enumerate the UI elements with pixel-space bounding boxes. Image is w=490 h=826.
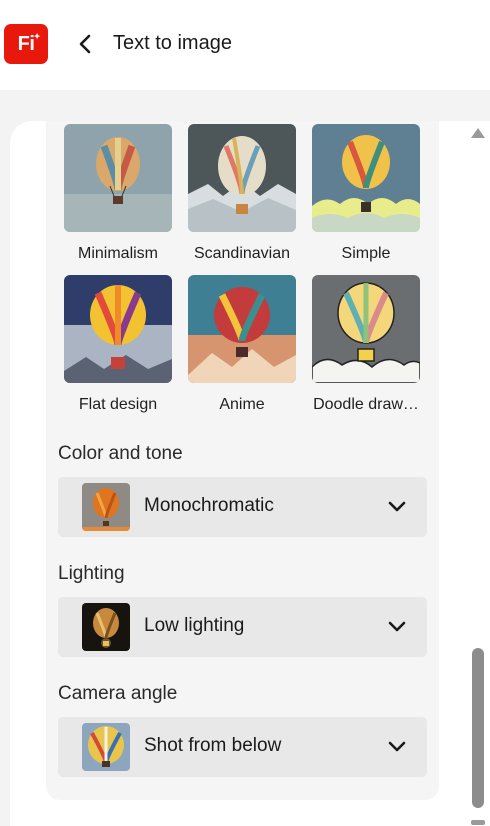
style-card-simple[interactable]: Simple (311, 124, 421, 262)
scroll-down-arrow-icon[interactable] (471, 820, 485, 825)
style-label: Doodle draw… (313, 396, 419, 413)
lighting-thumbnail (82, 603, 130, 651)
style-card-minimalism[interactable]: Minimalism (63, 124, 173, 262)
style-card-anime[interactable]: Anime (187, 275, 297, 413)
header: Fi ✦ Text to image (0, 0, 490, 90)
lighting-dropdown[interactable]: Low lighting (58, 597, 427, 657)
scrollbar-thumb[interactable] (472, 648, 484, 808)
color-tone-thumbnail (82, 483, 130, 531)
chevron-down-icon (388, 621, 406, 632)
style-label: Simple (341, 245, 391, 262)
chevron-down-icon (388, 501, 406, 512)
lighting-label: Lighting (58, 563, 125, 584)
style-card-scandinavian[interactable]: Scandinavian (187, 124, 297, 262)
style-thumbnail (312, 124, 420, 232)
page-title: Text to image (113, 32, 232, 54)
logo-text: Fi (17, 32, 35, 55)
color-tone-value: Monochromatic (144, 495, 274, 516)
color-tone-dropdown[interactable]: Monochromatic (58, 477, 427, 537)
style-label: Flat design (78, 396, 158, 413)
camera-angle-dropdown[interactable]: Shot from below (58, 717, 427, 777)
style-label: Minimalism (78, 245, 158, 262)
style-card-doodle-drawing[interactable]: Doodle draw… (311, 275, 421, 413)
style-thumbnail (188, 275, 296, 383)
style-thumbnail (312, 275, 420, 383)
style-thumbnail (64, 124, 172, 232)
chevron-down-icon (388, 741, 406, 752)
camera-angle-value: Shot from below (144, 735, 282, 756)
style-card-flat-design[interactable]: Flat design (63, 275, 173, 413)
style-thumbnail (64, 275, 172, 383)
color-tone-label: Color and tone (58, 443, 183, 464)
camera-angle-label: Camera angle (58, 683, 178, 704)
scroll-up-arrow-icon[interactable] (471, 128, 485, 138)
scrollbar[interactable] (466, 121, 490, 826)
camera-angle-thumbnail (82, 723, 130, 771)
chevron-left-icon (79, 34, 91, 54)
style-thumbnail (188, 124, 296, 232)
app-logo[interactable]: Fi ✦ (4, 24, 48, 64)
settings-panel: Minimalism Scandinavian Simple Flat desi… (10, 121, 490, 826)
sparkle-icon: ✦ (33, 32, 41, 41)
style-label: Anime (219, 396, 265, 413)
back-button[interactable] (70, 27, 100, 61)
lighting-value: Low lighting (144, 615, 245, 636)
style-label: Scandinavian (193, 245, 291, 262)
